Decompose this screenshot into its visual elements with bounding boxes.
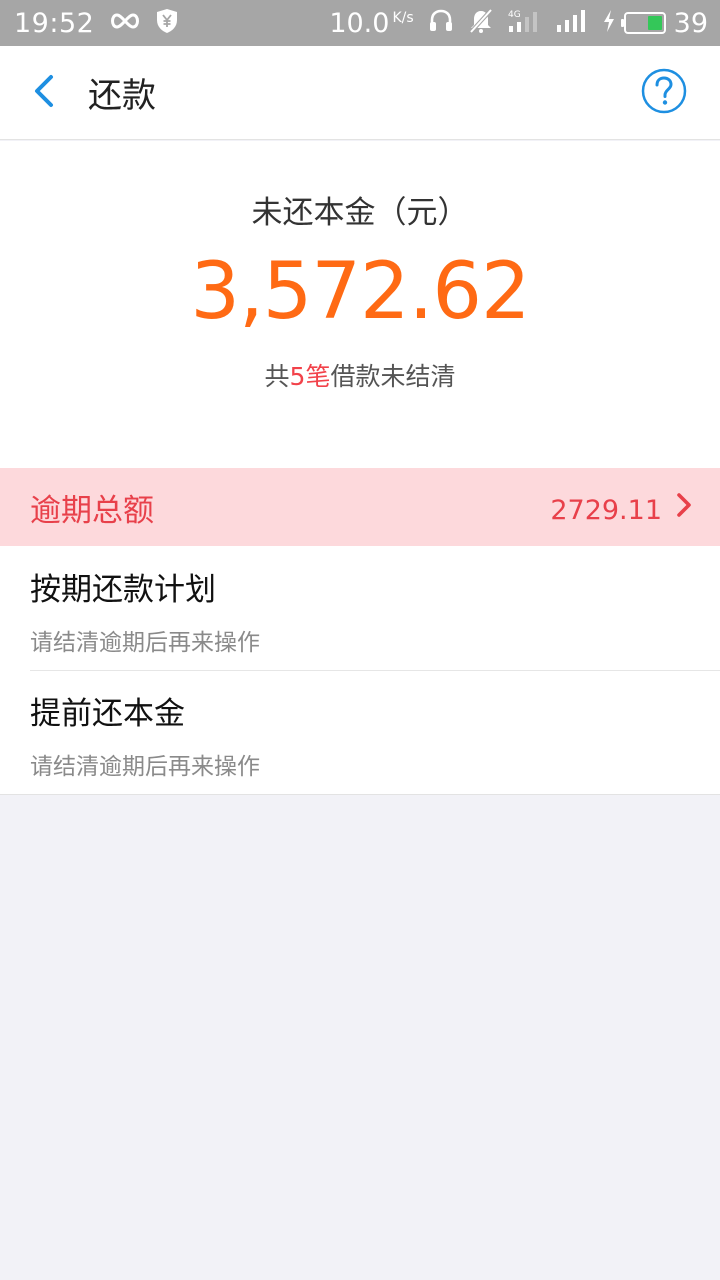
status-time: 19:52: [14, 7, 95, 39]
net-speed: 10.0 K/s: [329, 8, 413, 39]
chevron-right-icon: [676, 492, 692, 522]
page-title: 还款: [88, 76, 156, 116]
repayment-options-list: 按期还款计划 请结清逾期后再来操作 提前还本金 请结清逾期后再来操作: [0, 546, 720, 795]
overdue-total-label: 逾期总额: [30, 492, 154, 529]
list-item-subtitle: 请结清逾期后再来操作: [30, 754, 260, 780]
help-button[interactable]: [640, 68, 688, 118]
help-circle-icon: [641, 68, 687, 118]
net-speed-value: 10.0: [329, 7, 390, 39]
loan-count-suffix: 借款未结清: [330, 362, 456, 391]
back-button[interactable]: [14, 46, 74, 140]
shield-yen-icon: [156, 8, 178, 38]
chevron-left-icon: [31, 73, 57, 113]
status-bar: 19:52 10.0 K/s 4G 39: [0, 0, 720, 46]
outstanding-principal-amount: 3,572.62: [190, 247, 530, 337]
svg-text:4G: 4G: [508, 10, 521, 20]
loan-count-prefix: 共: [264, 362, 290, 391]
list-item-title: 按期还款计划: [30, 572, 216, 608]
charging-icon: [602, 9, 616, 37]
list-item-scheduled-repayment[interactable]: 按期还款计划 请结清逾期后再来操作: [0, 546, 720, 670]
list-item-title: 提前还本金: [30, 696, 185, 732]
overdue-total-amount: 2729.11: [550, 494, 662, 526]
signal-icon: [556, 9, 588, 37]
headset-icon: [428, 8, 454, 38]
battery-indicator: 39: [602, 8, 708, 39]
nav-bar: 还款: [0, 46, 720, 140]
overdue-total-row[interactable]: 逾期总额 2729.11: [0, 468, 720, 546]
list-item-subtitle: 请结清逾期后再来操作: [30, 630, 260, 656]
infinity-icon: [108, 11, 142, 35]
battery-level: 39: [673, 7, 708, 39]
signal-4g-icon: 4G: [508, 8, 542, 38]
battery-icon: [620, 12, 666, 34]
net-speed-unit: K/s: [392, 9, 414, 26]
loan-count-text: 共5笔借款未结清: [0, 357, 720, 393]
outstanding-principal-label: 未还本金（元）: [251, 195, 469, 231]
loan-count-value: 5笔: [289, 362, 331, 391]
principal-summary: 未还本金（元） 3,572.62 共5笔借款未结清: [0, 141, 720, 468]
list-item-early-principal[interactable]: 提前还本金 请结清逾期后再来操作: [0, 670, 720, 794]
mute-bell-icon: [468, 8, 494, 38]
